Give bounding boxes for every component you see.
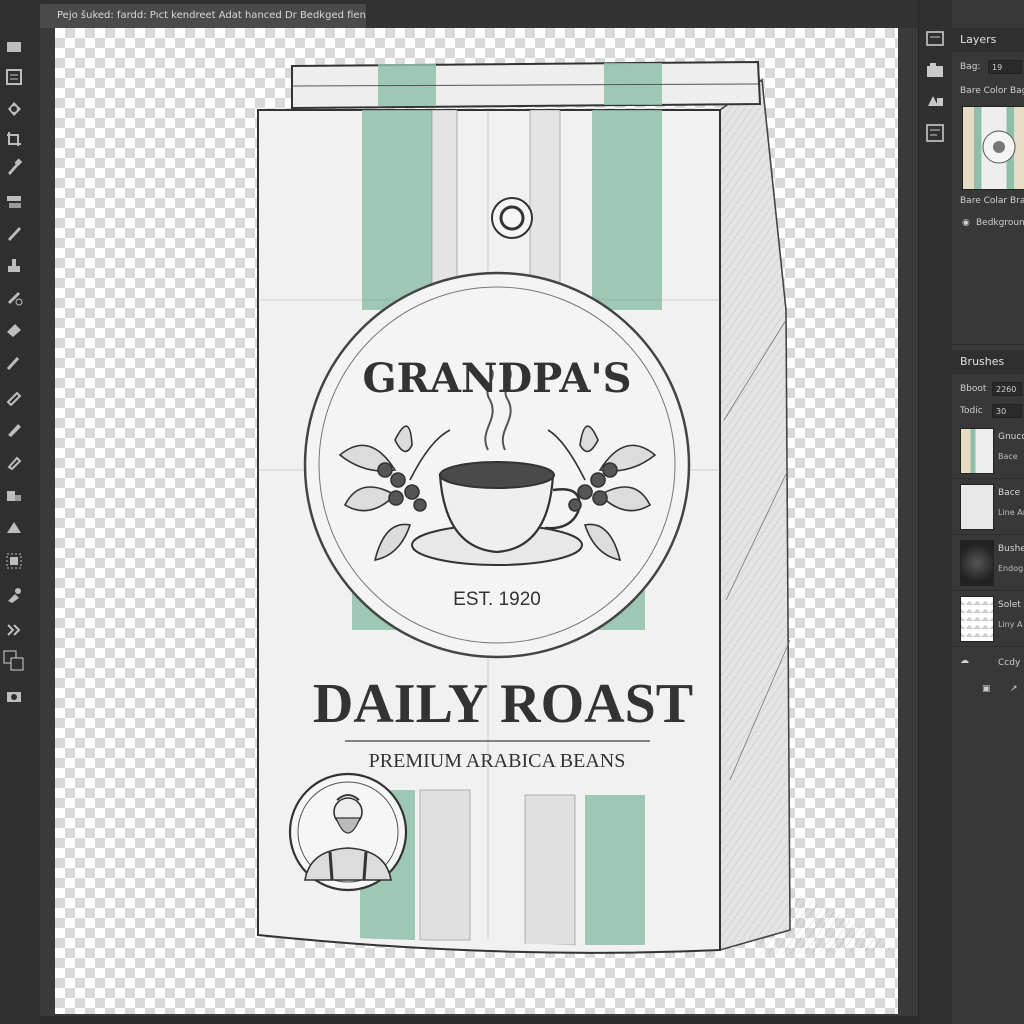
gradient-icon[interactable] [3, 352, 25, 374]
artboard-icon[interactable] [3, 66, 25, 88]
layer-thumbnail[interactable] [962, 106, 1024, 190]
extra-tools-icon[interactable] [3, 618, 25, 640]
pen-icon[interactable] [3, 418, 25, 440]
tools-toolbar [0, 0, 41, 1024]
shape-icon[interactable] [3, 516, 25, 538]
panel-icon-strip [918, 0, 954, 1024]
right-panels: Layers Bag: 19 Bare Color Bage Bare Cola… [952, 0, 1024, 1024]
brand-name: GRANDPA'S [362, 355, 631, 402]
brush-field-1[interactable]: 2260 [992, 382, 1022, 396]
libraries-icon[interactable] [924, 122, 946, 144]
brush-field-label-1: Bboot [960, 384, 987, 394]
history-icon[interactable] [924, 28, 946, 50]
link-icon[interactable]: ↗ [1010, 684, 1018, 694]
layers-bag-label: Bag: [960, 62, 981, 72]
status-bar [40, 1016, 920, 1024]
history-brush-icon[interactable] [3, 286, 25, 308]
canvas-transparency-grid[interactable]: GRANDPA'S EST. 1920 DAILY ROAST PREMIUM … [55, 28, 898, 1014]
text-icon[interactable] [3, 450, 25, 472]
crop-icon[interactable] [3, 128, 25, 150]
product-tagline: PREMIUM ARABICA BEANS [369, 750, 626, 772]
degassing-valve [491, 197, 533, 239]
quick-mask-icon[interactable] [3, 684, 25, 706]
cloud-icon[interactable]: ☁ [960, 656, 969, 666]
eyedropper-icon[interactable] [3, 156, 25, 178]
zoom-icon[interactable] [3, 584, 25, 606]
eraser-icon[interactable] [3, 318, 25, 340]
properties-icon[interactable] [924, 60, 946, 82]
layers-base-color-label: Bare Color Bage [960, 86, 1024, 96]
lasso-icon[interactable] [3, 98, 25, 120]
brush-preview [960, 484, 994, 530]
healing-icon[interactable] [3, 190, 25, 212]
tab-layers[interactable]: Layers [952, 28, 1024, 52]
brush-item[interactable]: Bushe Endog [952, 536, 1024, 591]
stamp-icon[interactable] [3, 254, 25, 276]
lock-icon[interactable]: ▣ [982, 684, 991, 694]
adjustments-icon[interactable] [924, 90, 946, 112]
background-layer[interactable]: Bedkground [976, 218, 1024, 228]
brush-preview [960, 540, 994, 586]
brush-icon[interactable] [3, 222, 25, 244]
brush-item[interactable]: Bace Line Ar [952, 480, 1024, 535]
brush-field-2[interactable]: 30 [992, 404, 1022, 418]
brushes-footer-label[interactable]: Ccdy [998, 658, 1020, 668]
foreground-background-swatch-icon[interactable] [3, 650, 25, 672]
layers-bag-field[interactable]: 19 [988, 60, 1022, 74]
tab-brushes[interactable]: Brushes [952, 350, 1024, 374]
grandpa-portrait [288, 772, 408, 892]
brush-preview [960, 428, 994, 474]
hand-icon[interactable] [3, 550, 25, 572]
path-select-icon[interactable] [3, 484, 25, 506]
coffee-bag-artwork: GRANDPA'S EST. 1920 DAILY ROAST PREMIUM … [240, 60, 898, 955]
layer-name[interactable]: Bare Colar Brach [960, 196, 1024, 206]
brush-item[interactable]: Solet Liny A [952, 592, 1024, 647]
document-tab[interactable]: Pejo šuked: fardd: Pıct kendreet Adat ha… [40, 4, 366, 28]
move-icon[interactable] [3, 36, 25, 58]
smudge-icon[interactable] [3, 386, 25, 408]
brush-preview [960, 596, 994, 642]
product-name: DAILY ROAST [313, 673, 693, 735]
brush-field-label-2: Todic [960, 406, 983, 416]
brush-item[interactable]: Gnuco Bace [952, 424, 1024, 479]
established-year: EST. 1920 [453, 589, 541, 610]
visibility-icon[interactable]: ◉ [962, 218, 970, 228]
